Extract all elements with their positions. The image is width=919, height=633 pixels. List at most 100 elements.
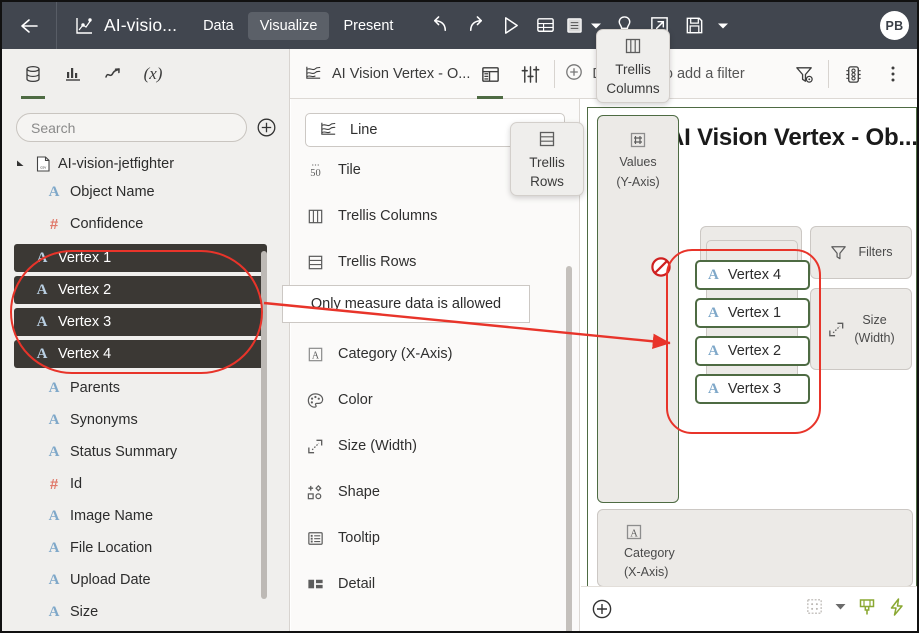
data-table-button[interactable] — [528, 2, 563, 49]
add-visualization-button[interactable] — [581, 598, 613, 620]
tree-root-label: AI-vision-jetfighter — [58, 156, 174, 172]
field-image-name[interactable]: A Image Name — [2, 500, 289, 532]
save-dropdown-button[interactable] — [712, 2, 734, 49]
paint-brush-button[interactable] — [857, 597, 877, 622]
property-trellis-columns[interactable]: Trellis Columns — [291, 193, 579, 239]
menu-present[interactable]: Present — [331, 12, 405, 40]
arrow-left-icon — [19, 16, 39, 36]
property-label: Color — [338, 392, 373, 408]
properties-button[interactable] — [510, 49, 550, 99]
traffic-light-button[interactable] — [833, 49, 873, 99]
field-object-name[interactable]: A Object Name — [2, 176, 289, 208]
color-palette-icon — [305, 391, 325, 410]
menu-visualize[interactable]: Visualize — [248, 12, 330, 40]
play-button[interactable] — [493, 2, 528, 49]
property-label: Tooltip — [338, 530, 380, 546]
field-vertex-4[interactable]: A Vertex 4 — [14, 340, 267, 368]
property-color[interactable]: Color — [291, 377, 579, 423]
plus-circle-icon — [591, 598, 613, 620]
chevron-down-icon — [834, 600, 847, 613]
sidebar-item-trends[interactable] — [94, 49, 132, 99]
canvas-layout-dropdown[interactable] — [834, 600, 847, 618]
drop-zone-label-line1: Size — [854, 312, 894, 328]
field-parents[interactable]: A Parents — [2, 372, 289, 404]
analysis-title-group[interactable]: AI-visio... — [57, 15, 191, 37]
field-upload-date[interactable]: A Upload Date — [2, 564, 289, 596]
dragged-card-vertex-1[interactable]: A Vertex 1 — [695, 298, 810, 328]
avatar[interactable]: PB — [880, 11, 909, 40]
property-trellis-rows[interactable]: Trellis Rows — [291, 239, 579, 285]
mid-panel-scrollbar[interactable] — [566, 266, 572, 631]
sidebar-item-visualizations[interactable] — [54, 49, 92, 99]
field-vertex-3[interactable]: A Vertex 3 — [14, 308, 267, 336]
more-options-button[interactable] — [873, 49, 913, 99]
sidebar-item-expressions[interactable]: (x) — [134, 49, 172, 99]
layout-icon — [480, 64, 501, 85]
csv-file-icon: csv — [35, 156, 51, 172]
back-button[interactable] — [2, 2, 57, 49]
property-size-width[interactable]: Size (Width) — [291, 423, 579, 469]
values-y-axis-drop-zone[interactable]: Values (Y-Axis) — [597, 115, 679, 503]
property-shape[interactable]: Shape — [291, 469, 579, 515]
field-vertex-1[interactable]: A Vertex 1 — [14, 244, 267, 272]
visualization-canvas[interactable]: AI Vision Vertex - Ob... Values (Y-Axis) — [587, 107, 917, 597]
field-label: Parents — [70, 380, 120, 396]
field-vertex-2[interactable]: A Vertex 2 — [14, 276, 267, 304]
menu-data[interactable]: Data — [191, 12, 246, 40]
filter-icon — [829, 243, 848, 262]
filter-drop-zone[interactable]: Drop here to add a filter — [559, 63, 784, 85]
add-data-button[interactable] — [255, 117, 277, 139]
tree-root-node[interactable]: csv AI-vision-jetfighter — [2, 152, 289, 176]
field-synonyms[interactable]: A Synonyms — [2, 404, 289, 436]
trellis-rows-icon — [537, 129, 557, 153]
property-detail[interactable]: Detail — [291, 561, 579, 607]
active-visualization[interactable]: AI Vision Vertex - O... — [290, 63, 470, 86]
drop-zone-label-line1: Values — [619, 154, 656, 170]
drag-chip-trellis-columns: Trellis Columns — [596, 29, 670, 103]
undo-button[interactable] — [423, 2, 458, 49]
text-type-icon: A — [47, 573, 61, 588]
size-width-drop-zone[interactable]: Size (Width) — [810, 288, 912, 370]
filter-settings-icon — [794, 64, 815, 85]
shape-icon — [305, 483, 325, 502]
filters-drop-zone[interactable]: Filters — [810, 226, 912, 279]
dragged-card-vertex-3[interactable]: A Vertex 3 — [695, 374, 810, 404]
data-panel: Search csv AI — [2, 99, 290, 631]
left-panel-scrollbar[interactable] — [261, 251, 267, 599]
dragged-card-label: Vertex 3 — [728, 381, 781, 397]
field-label: File Location — [70, 540, 152, 556]
list-button[interactable] — [563, 2, 585, 49]
save-button[interactable] — [677, 2, 712, 49]
database-icon — [23, 64, 43, 84]
field-id[interactable]: # Id — [2, 468, 289, 500]
category-x-axis-drop-zone[interactable]: A Category (X-Axis) — [597, 509, 913, 587]
field-file-location[interactable]: A File Location — [2, 532, 289, 564]
field-confidence[interactable]: # Confidence — [2, 208, 289, 240]
tooltip-icon — [305, 529, 325, 548]
detail-icon — [305, 575, 325, 594]
redo-button[interactable] — [458, 2, 493, 49]
lightning-button[interactable] — [887, 597, 907, 622]
formula-icon: (x) — [144, 64, 163, 84]
sidebar-item-data[interactable] — [14, 49, 52, 99]
lightning-icon — [887, 597, 907, 617]
canvas-layout-button[interactable] — [805, 597, 824, 621]
dragged-card-vertex-2[interactable]: A Vertex 2 — [695, 336, 810, 366]
field-label: Synonyms — [70, 412, 138, 428]
layout-button[interactable] — [470, 49, 510, 99]
search-row: Search — [2, 99, 289, 152]
svg-text:A: A — [630, 528, 638, 539]
dragged-card-vertex-4[interactable]: A Vertex 4 — [695, 260, 810, 290]
filter-settings-button[interactable] — [784, 49, 824, 99]
search-input[interactable]: Search — [16, 113, 247, 142]
chart-type-label: Line — [350, 122, 377, 138]
field-status-summary[interactable]: A Status Summary — [2, 436, 289, 468]
drag-chip-trellis-rows: Trellis Rows — [510, 122, 584, 196]
validation-message: Only measure data is allowed — [282, 285, 530, 323]
property-category-x-axis[interactable]: A Category (X-Axis) — [291, 331, 579, 377]
field-size[interactable]: A Size — [2, 596, 289, 628]
text-type-icon: A — [47, 445, 61, 460]
category-icon: A — [305, 345, 325, 364]
property-tooltip[interactable]: Tooltip — [291, 515, 579, 561]
expand-caret-icon[interactable] — [16, 158, 28, 171]
